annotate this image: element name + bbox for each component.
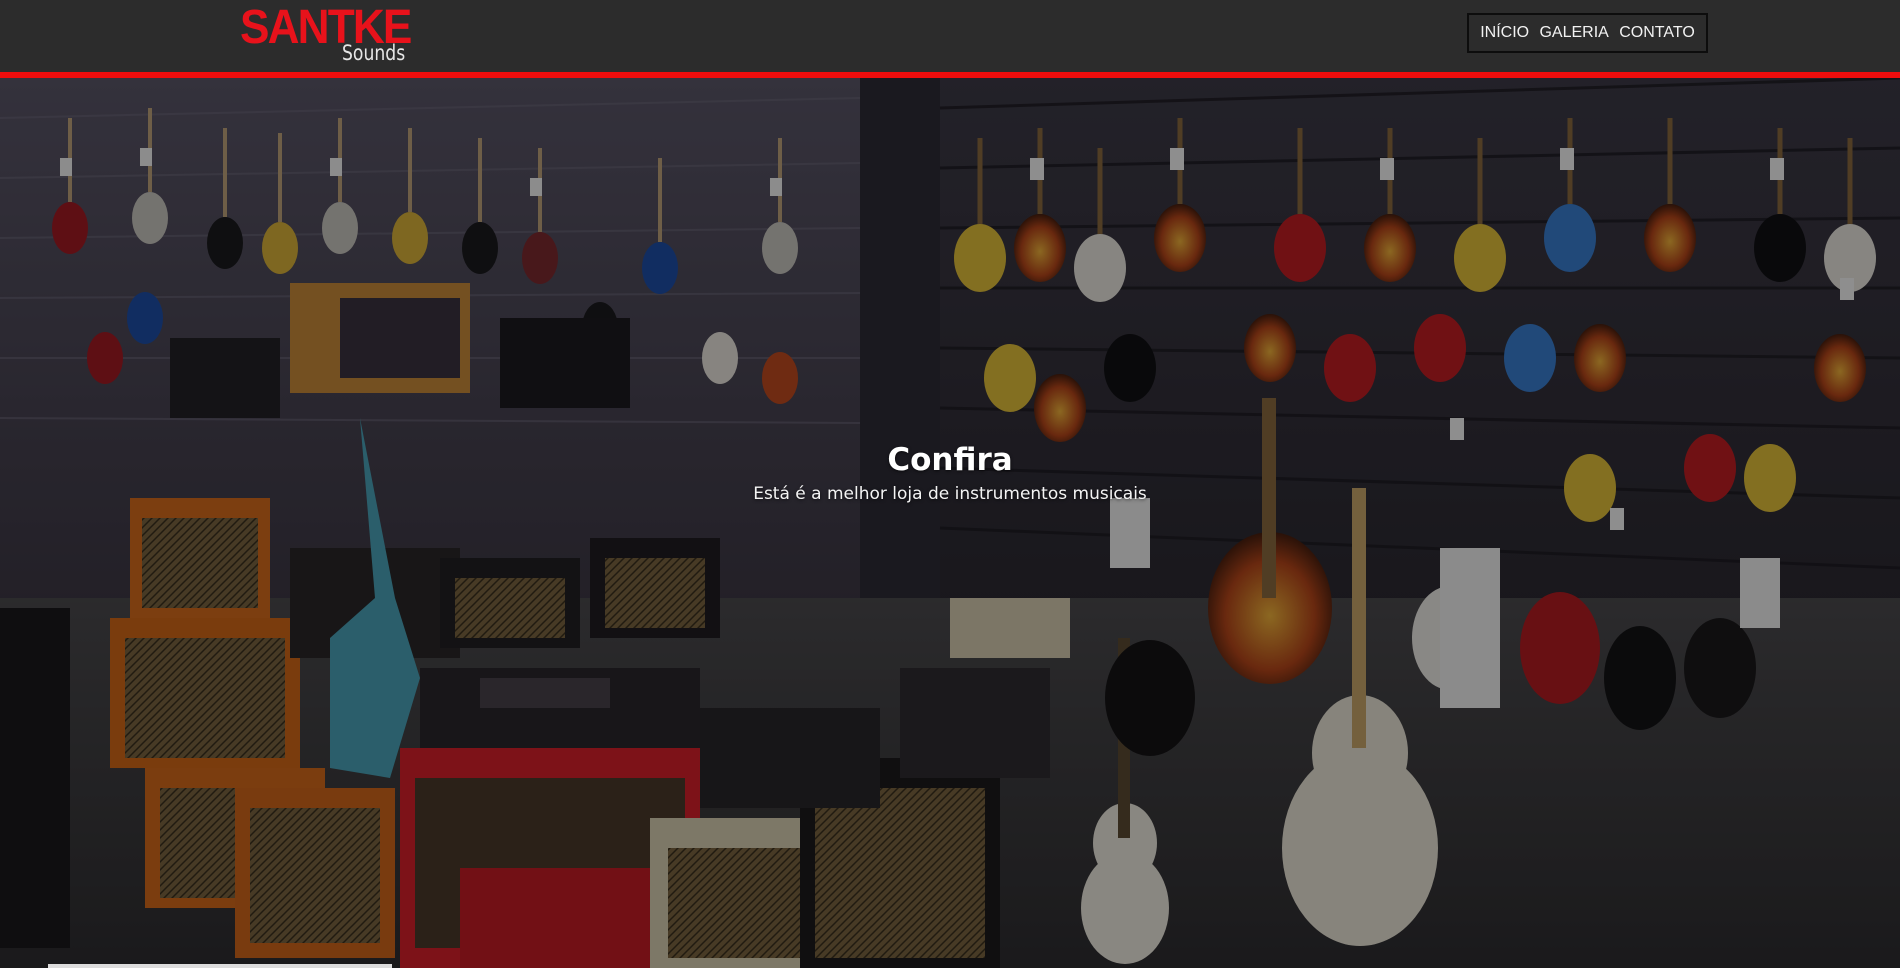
hero-title: Confira (887, 442, 1013, 478)
hero-dark-overlay (0, 78, 1900, 968)
nav-link-contato[interactable]: CONTATO (1619, 24, 1695, 42)
nav-link-galeria[interactable]: GALERIA (1539, 24, 1608, 42)
logo-subtitle: Sounds (342, 41, 406, 65)
site-header: SANTKE Sounds INÍCIO GALERIA CONTATO (0, 0, 1900, 72)
hero-caption: Confira Está é a melhor loja de instrume… (0, 440, 1900, 506)
carousel-indicator[interactable] (48, 964, 392, 968)
hero-subtitle: Está é a melhor loja de instrumentos mus… (753, 484, 1147, 504)
nav-link-inicio[interactable]: INÍCIO (1480, 24, 1529, 42)
main-nav: INÍCIO GALERIA CONTATO (1467, 13, 1708, 53)
brand-logo[interactable]: SANTKE Sounds (240, 2, 412, 68)
hero-banner: Confira Está é a melhor loja de instrume… (0, 78, 1900, 968)
